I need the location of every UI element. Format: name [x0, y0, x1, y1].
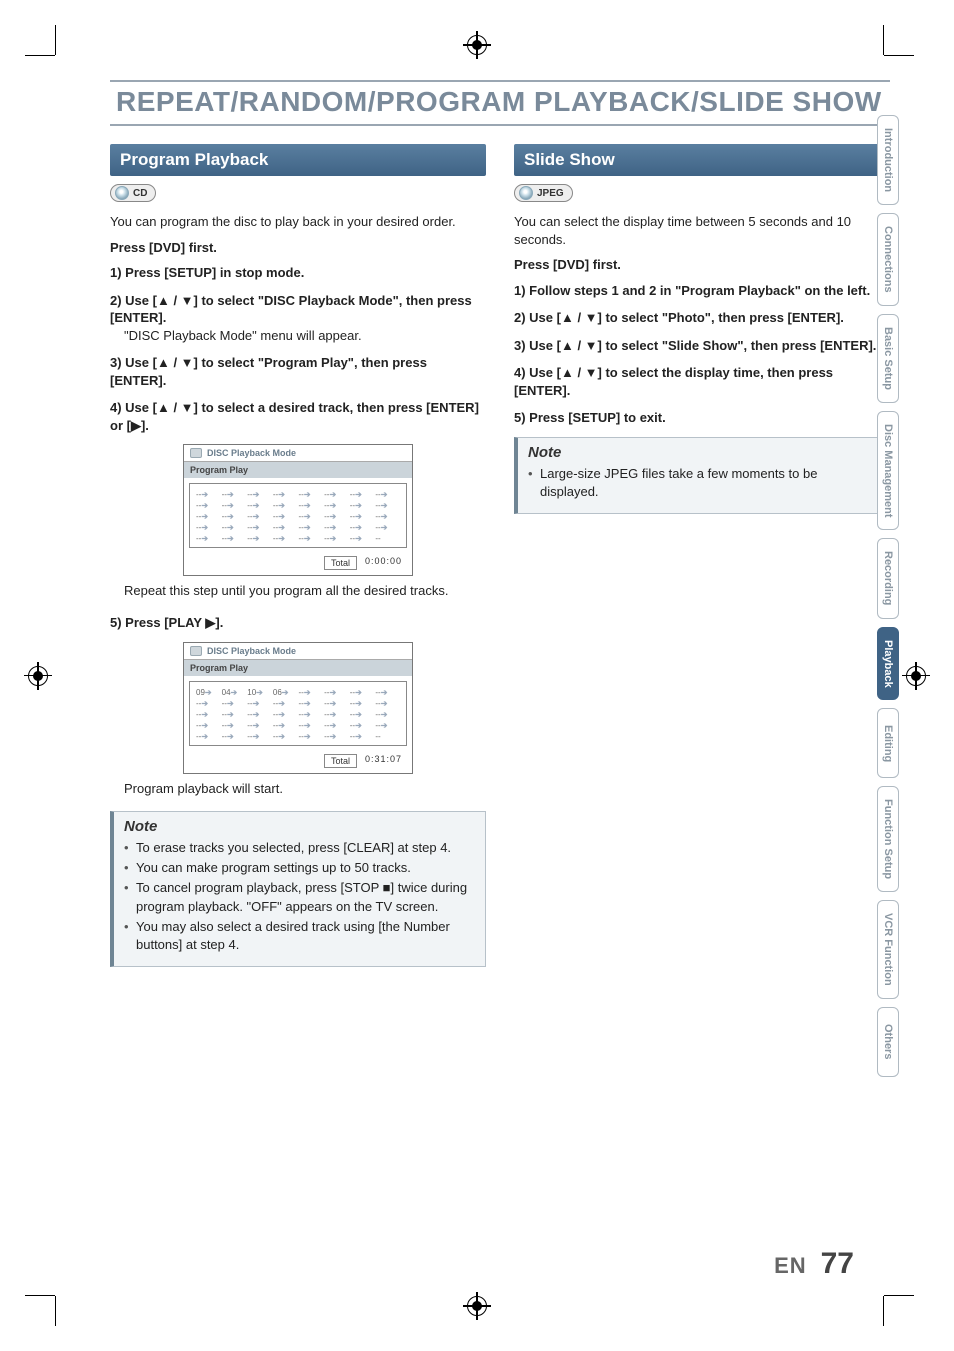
section-heading-program-playback: Program Playback	[110, 144, 486, 176]
caption-repeat-step: Repeat this step until you program all t…	[124, 582, 486, 600]
total-label: Total	[324, 754, 357, 768]
registration-mark-right	[906, 666, 926, 686]
press-dvd-first: Press [DVD] first.	[514, 256, 890, 274]
osd-body: --➔--➔--➔--➔--➔--➔--➔--➔ --➔--➔--➔--➔--➔…	[189, 483, 407, 548]
cell: 09➔	[196, 688, 221, 697]
registration-mark-top	[467, 35, 487, 55]
osd-total-row: Total 0:31:07	[184, 751, 412, 773]
registration-mark-left	[28, 666, 48, 686]
registration-mark-bottom	[467, 1296, 487, 1316]
step-text: 1) Follow steps 1 and 2 in "Program Play…	[514, 282, 890, 300]
footer-page-number: 77	[821, 1247, 854, 1281]
page-title: REPEAT/RANDOM/PROGRAM PLAYBACK/SLIDE SHO…	[110, 80, 890, 126]
window-icon	[190, 646, 202, 656]
step-2: 2) Use [▲ / ▼] to select "Photo", then p…	[514, 309, 890, 327]
content-area: REPEAT/RANDOM/PROGRAM PLAYBACK/SLIDE SHO…	[110, 80, 890, 967]
osd-body: 09➔ 04➔ 10➔ 06➔ --➔--➔--➔--➔ --➔--➔--➔--…	[189, 681, 407, 746]
media-badge-row: JPEG	[514, 184, 890, 205]
total-value: 0:31:07	[365, 754, 402, 768]
cell: 10➔	[247, 688, 272, 697]
tab-basic-setup[interactable]: Basic Setup	[877, 314, 899, 403]
note-item: To cancel program playback, press [STOP …	[124, 879, 475, 915]
crop-mark	[55, 1266, 85, 1296]
crop-mark	[55, 55, 85, 85]
osd-title-bar: DISC Playback Mode	[184, 445, 412, 462]
osd-title: DISC Playback Mode	[207, 448, 296, 458]
osd-total-row: Total 0:00:00	[184, 553, 412, 575]
tab-others[interactable]: Others	[877, 1007, 899, 1077]
media-badge-row: CD	[110, 184, 486, 205]
disc-icon	[519, 186, 533, 200]
section-heading-slide-show: Slide Show	[514, 144, 890, 176]
note-title: Note	[124, 818, 475, 835]
step-2: 2) Use [▲ / ▼] to select "DISC Playback …	[110, 292, 486, 345]
tab-connections[interactable]: Connections	[877, 213, 899, 306]
step-body: "DISC Playback Mode" menu will appear.	[124, 327, 486, 345]
press-dvd-first: Press [DVD] first.	[110, 239, 486, 257]
step-text: 4) Use [▲ / ▼] to select the display tim…	[514, 364, 890, 399]
tab-disc-management[interactable]: Disc Management	[877, 411, 899, 531]
program-grid-empty: --➔--➔--➔--➔--➔--➔--➔--➔ --➔--➔--➔--➔--➔…	[196, 490, 400, 543]
step-4: 4) Use [▲ / ▼] to select the display tim…	[514, 364, 890, 399]
osd-subtitle: Program Play	[184, 660, 412, 676]
intro-text: You can program the disc to play back in…	[110, 213, 486, 231]
step-1: 1) Press [SETUP] in stop mode.	[110, 264, 486, 282]
step-1: 1) Follow steps 1 and 2 in "Program Play…	[514, 282, 890, 300]
page-footer: EN 77	[774, 1247, 854, 1281]
osd-title-bar: DISC Playback Mode	[184, 643, 412, 660]
note-list: Large-size JPEG files take a few moments…	[528, 465, 879, 501]
osd-screenshot-1: DISC Playback Mode Program Play --➔--➔--…	[183, 444, 413, 576]
step-text: 4) Use [▲ / ▼] to select a desired track…	[110, 399, 486, 434]
step-text: 3) Use [▲ / ▼] to select "Slide Show", t…	[514, 337, 890, 355]
disc-icon	[115, 186, 129, 200]
note-title: Note	[528, 444, 879, 461]
note-box-right: Note Large-size JPEG files take a few mo…	[514, 437, 890, 514]
note-box-left: Note To erase tracks you selected, press…	[110, 811, 486, 967]
step-text: 2) Use [▲ / ▼] to select "Photo", then p…	[514, 309, 890, 327]
osd-screenshot-2: DISC Playback Mode Program Play 09➔ 04➔ …	[183, 642, 413, 774]
tab-vcr-function[interactable]: VCR Function	[877, 900, 899, 999]
step-text: 3) Use [▲ / ▼] to select "Program Play",…	[110, 354, 486, 389]
total-value: 0:00:00	[365, 556, 402, 570]
note-item: To erase tracks you selected, press [CLE…	[124, 839, 475, 857]
step-3: 3) Use [▲ / ▼] to select "Slide Show", t…	[514, 337, 890, 355]
note-list: To erase tracks you selected, press [CLE…	[124, 839, 475, 954]
step-head: 2) Use [▲ / ▼] to select "DISC Playback …	[110, 292, 486, 327]
tab-introduction[interactable]: Introduction	[877, 115, 899, 205]
cell: 06➔	[273, 688, 298, 697]
intro-text: You can select the display time between …	[514, 213, 890, 248]
program-grid-filled: 09➔ 04➔ 10➔ 06➔ --➔--➔--➔--➔ --➔--➔--➔--…	[196, 688, 400, 741]
note-item: You can make program settings up to 50 t…	[124, 859, 475, 877]
step-text: 5) Press [SETUP] to exit.	[514, 409, 890, 427]
tab-function-setup[interactable]: Function Setup	[877, 786, 899, 892]
tab-recording[interactable]: Recording	[877, 538, 899, 618]
cd-badge: CD	[110, 184, 156, 202]
jpeg-badge: JPEG	[514, 184, 573, 202]
total-label: Total	[324, 556, 357, 570]
tab-playback[interactable]: Playback	[877, 627, 899, 701]
step-4: 4) Use [▲ / ▼] to select a desired track…	[110, 399, 486, 434]
osd-subtitle: Program Play	[184, 462, 412, 478]
step-text: 5) Press [PLAY ▶].	[110, 614, 486, 632]
step-3: 3) Use [▲ / ▼] to select "Program Play",…	[110, 354, 486, 389]
manual-page: REPEAT/RANDOM/PROGRAM PLAYBACK/SLIDE SHO…	[0, 0, 954, 1351]
crop-mark	[854, 1266, 884, 1296]
right-column: Slide Show JPEG You can select the displ…	[514, 144, 890, 967]
two-column-layout: Program Playback CD You can program the …	[110, 144, 890, 967]
cell: 04➔	[222, 688, 247, 697]
tab-editing[interactable]: Editing	[877, 708, 899, 778]
note-item: You may also select a desired track usin…	[124, 918, 475, 954]
step-5: 5) Press [PLAY ▶].	[110, 614, 486, 632]
badge-label: JPEG	[537, 188, 564, 199]
badge-label: CD	[133, 188, 147, 199]
note-item: Large-size JPEG files take a few moments…	[528, 465, 879, 501]
caption-playback-start: Program playback will start.	[124, 780, 486, 798]
step-text: 1) Press [SETUP] in stop mode.	[110, 264, 486, 282]
osd-title: DISC Playback Mode	[207, 646, 296, 656]
step-5: 5) Press [SETUP] to exit.	[514, 409, 890, 427]
left-column: Program Playback CD You can program the …	[110, 144, 486, 967]
footer-language: EN	[774, 1253, 807, 1279]
side-tab-strip: Introduction Connections Basic Setup Dis…	[877, 115, 899, 1077]
window-icon	[190, 448, 202, 458]
